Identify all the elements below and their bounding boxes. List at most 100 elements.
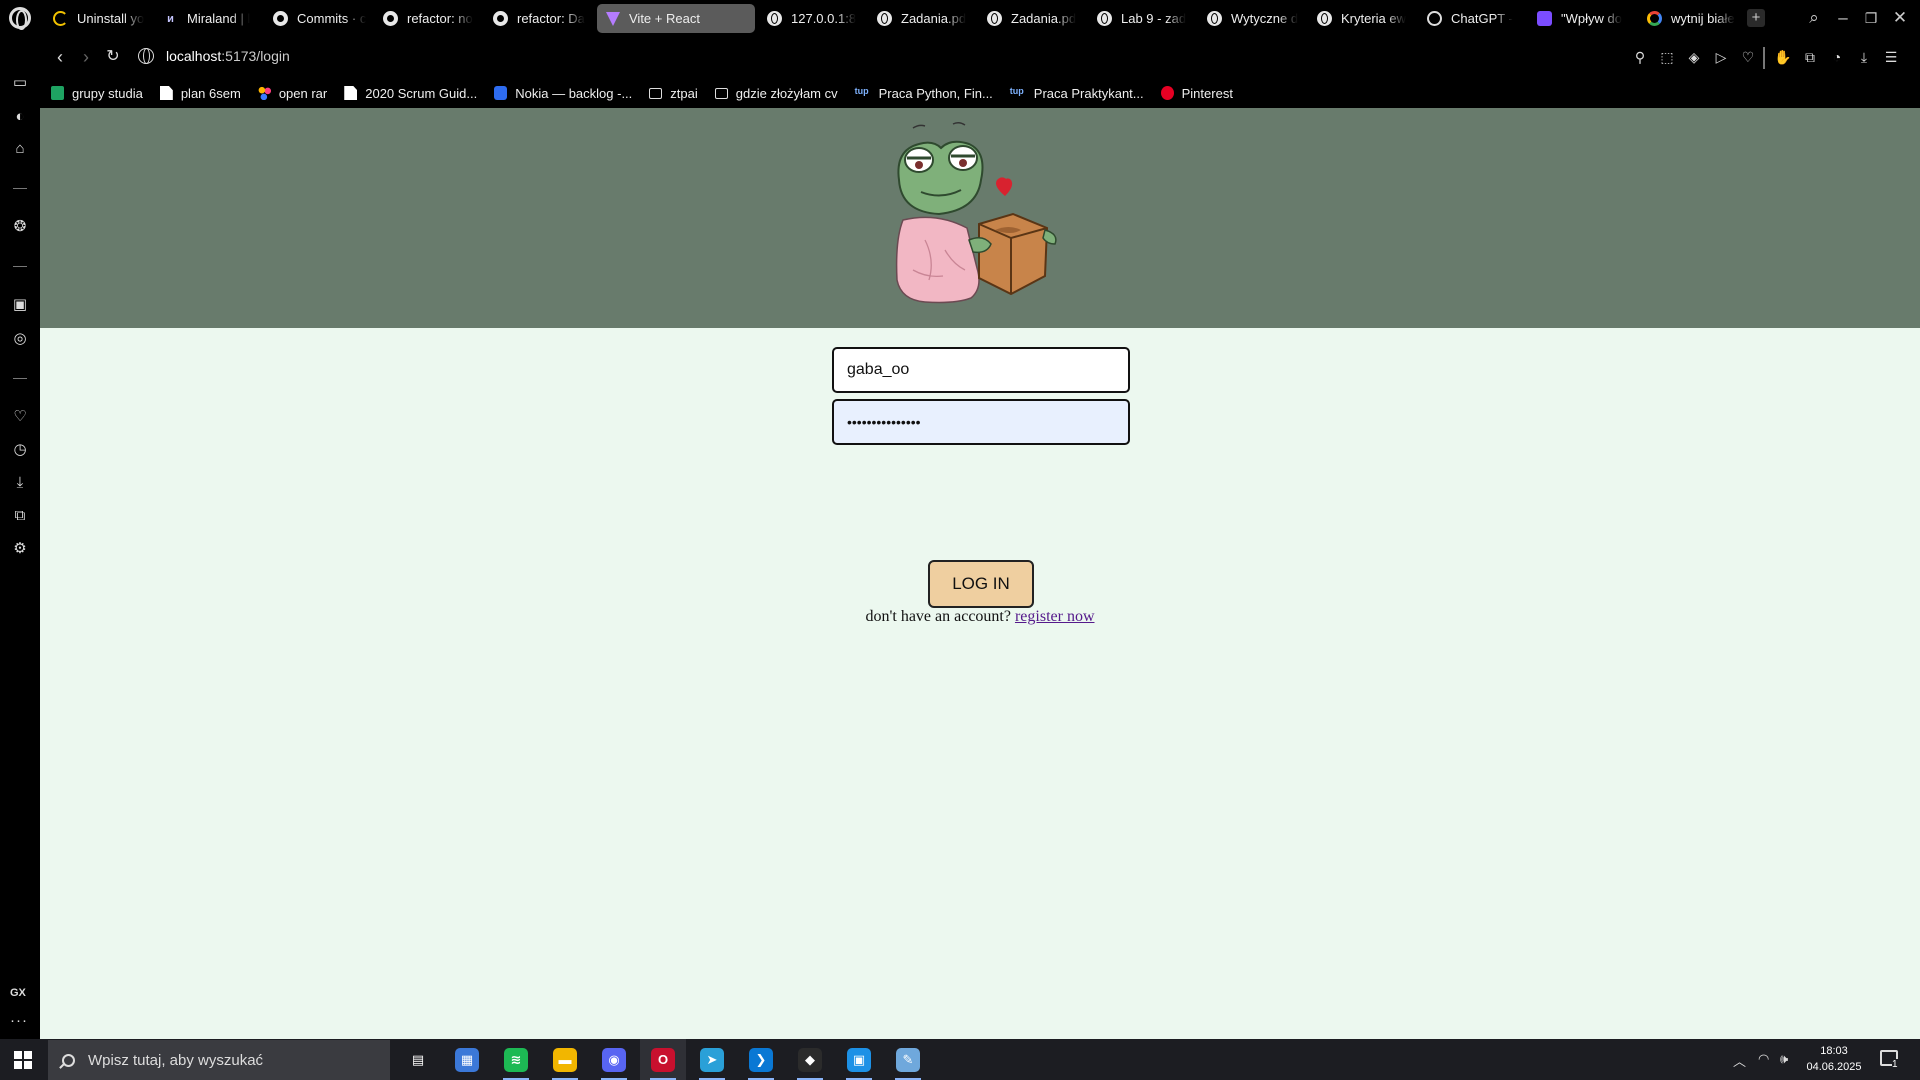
player-icon[interactable]: ▷ [1711,47,1731,67]
bookmark-item[interactable]: tup Praca Python, Fin... [855,86,993,101]
bookmark-item[interactable]: Pinterest [1160,86,1233,101]
bookmark-item[interactable]: Nokia — backlog -... [494,86,632,101]
tab-label: Zadania.pd [901,11,967,26]
tab-label: Lab 9 - zad [1121,11,1187,26]
github-icon [383,11,398,26]
pocket-icon[interactable]: ◈ [1684,47,1704,67]
taskbar-app[interactable]: O [640,1039,686,1080]
browser-tab[interactable]: refactor: Da [484,4,594,33]
gx-label[interactable]: GX [10,987,26,999]
opera-gx-icon: O [651,1047,675,1072]
taskbar-app[interactable]: ▤ [395,1039,441,1080]
tab-label: ChatGPT - [1451,11,1513,26]
settings-icon[interactable]: ⚙ [10,539,30,559]
gx-corner-icon[interactable]: ▭ [10,73,30,93]
browser-tab[interactable]: ᴎ Miraland | l [154,4,264,33]
pin-icon[interactable]: ⚲ [1630,47,1650,67]
windows-taskbar: Wpisz tutaj, aby wyszukać ▤ ▦ ≋ ▬ ◉ O ➤ ❯ ◆ ▣ ✎ ︿ … [0,1039,1920,1080]
google-icon [1647,11,1662,26]
volume-icon[interactable]: 🕪 [1780,1051,1788,1067]
taskbar-search-box[interactable]: Wpisz tutaj, aby wyszukać [48,1040,390,1080]
tab-label: refactor: Da [517,11,585,26]
search-tabs-icon[interactable]: ⌕ [1801,6,1827,30]
system-clock[interactable]: 18:03 04.06.2025 [1806,1043,1862,1075]
browser-tab[interactable]: wytnij białe [1638,4,1748,33]
restore-button[interactable]: ❐ [1858,6,1884,30]
extensions-icon[interactable]: ⧉ [1800,47,1820,67]
opera-menu-icon[interactable] [9,7,31,30]
history-icon[interactable]: ◷ [10,440,30,460]
downloads-icon[interactable]: ⤓ [1854,47,1874,67]
bookmark-heart-icon[interactable]: ♡ [1738,47,1758,67]
site-info-icon[interactable] [138,48,154,64]
tab-label: Kryteria ew [1341,11,1407,26]
easy-setup-icon[interactable]: ☰ [1881,47,1901,67]
browser-tab[interactable]: Zadania.pd [978,4,1088,33]
browser-tab[interactable]: Commits · c [264,4,374,33]
register-link[interactable]: register now [1015,608,1095,625]
show-hidden-icons-icon[interactable]: ︿ [1733,1051,1746,1070]
browser-tab[interactable]: "Wpływ do [1528,4,1638,33]
tup-icon: tup [1009,86,1024,96]
bookmark-item[interactable]: grupy studia [51,86,143,101]
profile-icon[interactable]: ◔ [1827,47,1847,67]
back-button[interactable]: ‹ [49,46,71,68]
discord-icon: ◉ [602,1047,626,1072]
vscode-icon: ❯ [749,1047,773,1072]
taskbar-app[interactable]: ❯ [738,1039,784,1080]
chatgpt-sidebar-icon[interactable]: ❂ [10,217,30,237]
taskbar-app[interactable]: ➤ [689,1039,735,1080]
network-icon[interactable]: ◠ [1758,1051,1769,1067]
bookmark-label: Nokia — backlog -... [515,85,633,101]
browser-tab[interactable]: Kryteria ew [1308,4,1418,33]
username-input[interactable]: gaba_oo [832,347,1130,393]
favorites-icon[interactable]: ♡ [10,407,30,427]
minimize-button[interactable]: – [1830,6,1856,30]
browser-tab[interactable]: Lab 9 - zad [1088,4,1198,33]
tab-islands-icon[interactable]: ⌂ [10,139,30,159]
bookmark-item[interactable]: plan 6sem [159,86,241,101]
reload-button[interactable]: ↻ [102,46,124,68]
password-input[interactable]: ••••••••••••••• [832,399,1130,445]
extensions-sidebar-icon[interactable]: ⧉ [10,506,30,526]
snapshot-icon[interactable]: ⬚ [1657,47,1677,67]
bookmark-item[interactable]: gdzie złożyłam cv [714,86,838,101]
url-host: localhost [166,48,222,64]
bookmark-item[interactable]: ztpai [649,86,698,101]
browser-tab[interactable]: Zadania.pd [868,4,978,33]
sidebar-divider [13,266,27,267]
browser-tab[interactable]: ChatGPT - [1418,4,1528,33]
browser-tab[interactable]: Vite + React [597,4,755,33]
taskbar-app[interactable]: ◆ [787,1039,833,1080]
forward-button[interactable]: › [75,46,97,68]
new-tab-button[interactable]: + [1747,9,1765,27]
browser-tab[interactable]: Wytyczne d [1198,4,1308,33]
more-options-icon[interactable]: ··· [10,1012,28,1029]
taskbar-app[interactable]: ≋ [493,1039,539,1080]
login-button[interactable]: LOG IN [928,560,1034,608]
windows-start-icon[interactable] [14,1051,32,1069]
gx-control-icon[interactable]: ◐ [10,107,30,127]
browser-tab[interactable]: 127.0.0.1:8 [758,4,868,33]
tab-label: 127.0.0.1:8 [791,11,857,26]
taskbar-app[interactable]: ▣ [836,1039,882,1080]
taskbar-app[interactable]: ▦ [444,1039,490,1080]
twitch-icon[interactable]: ▣ [10,295,30,315]
bookmark-label: Praca Praktykant... [1033,85,1144,101]
messenger-icon[interactable]: ◎ [10,329,30,349]
close-button[interactable]: ✕ [1887,6,1913,30]
adblock-icon[interactable]: ✋ [1773,47,1793,67]
url-field[interactable]: localhost:5173/login [166,48,290,64]
frog-mascot-image [895,121,1057,304]
task-view-icon: ▤ [411,1051,425,1067]
browser-tab[interactable]: Uninstall yo [44,4,154,33]
taskbar-app[interactable]: ✎ [885,1039,931,1080]
bookmark-item[interactable]: open rar [257,86,327,101]
bookmark-item[interactable]: tup Praca Praktykant... [1010,86,1144,101]
taskbar-app[interactable]: ◉ [591,1039,637,1080]
taskbar-app[interactable]: ▬ [542,1039,588,1080]
jetbrains-icon: ◆ [798,1047,822,1072]
bookmark-item[interactable]: 2020 Scrum Guid... [344,86,477,101]
downloads-sidebar-icon[interactable]: ⤓ [10,473,30,493]
browser-tab[interactable]: refactor: no [374,4,484,33]
